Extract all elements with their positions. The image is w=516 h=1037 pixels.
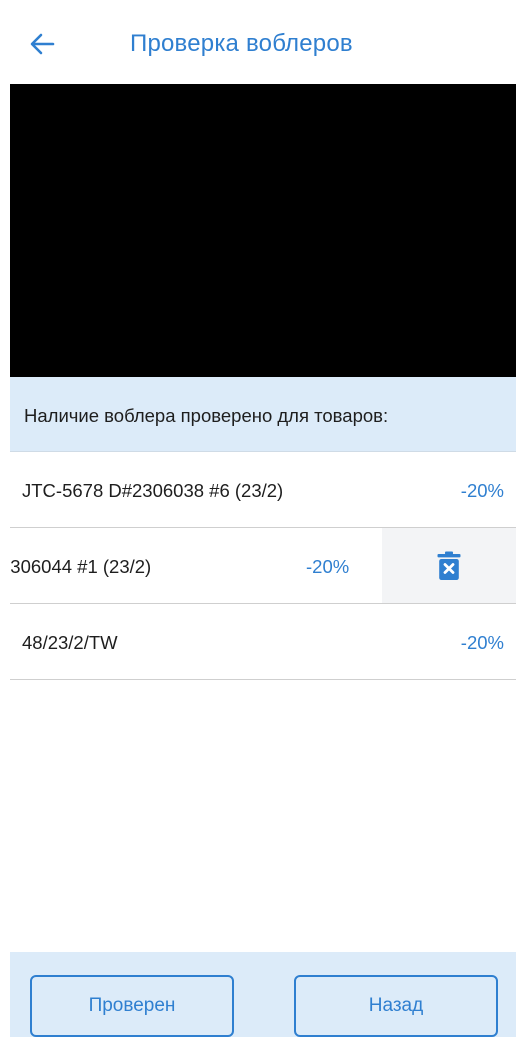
page-title: Проверка воблеров	[130, 30, 353, 57]
list-item[interactable]: JTC-5678 D#2306038 #6 (23/2) -20%	[10, 452, 516, 528]
item-code: 48/23/2/TW	[22, 632, 118, 653]
list-item-swiped[interactable]: 2306044 #1 (23/2) -20%	[10, 528, 516, 604]
trash-x-icon	[437, 551, 461, 580]
item-code: 2306044 #1 (23/2)	[10, 556, 152, 577]
item-discount: -20%	[460, 480, 504, 501]
back-nav-button[interactable]: Назад	[294, 975, 498, 1037]
delete-item-button[interactable]	[382, 528, 516, 603]
checked-button[interactable]: Проверен	[30, 975, 234, 1037]
item-code: JTC-5678 D#2306038 #6 (23/2)	[22, 480, 284, 501]
item-discount: -20%	[306, 556, 350, 577]
item-discount: -20%	[460, 632, 504, 653]
camera-preview	[10, 84, 516, 377]
app-bar: Проверка воблеров	[0, 0, 516, 84]
section-header: Наличие воблера проверено для товаров:	[10, 377, 516, 452]
list-item[interactable]: 48/23/2/TW -20%	[10, 604, 516, 680]
back-button[interactable]	[20, 22, 64, 66]
checked-items-list: JTC-5678 D#2306038 #6 (23/2) -20% 230604…	[10, 452, 516, 680]
section-title: Наличие воблера проверено для товаров:	[24, 405, 389, 426]
arrow-left-icon	[30, 33, 55, 55]
bottom-bar: Проверен Назад	[10, 952, 516, 1037]
